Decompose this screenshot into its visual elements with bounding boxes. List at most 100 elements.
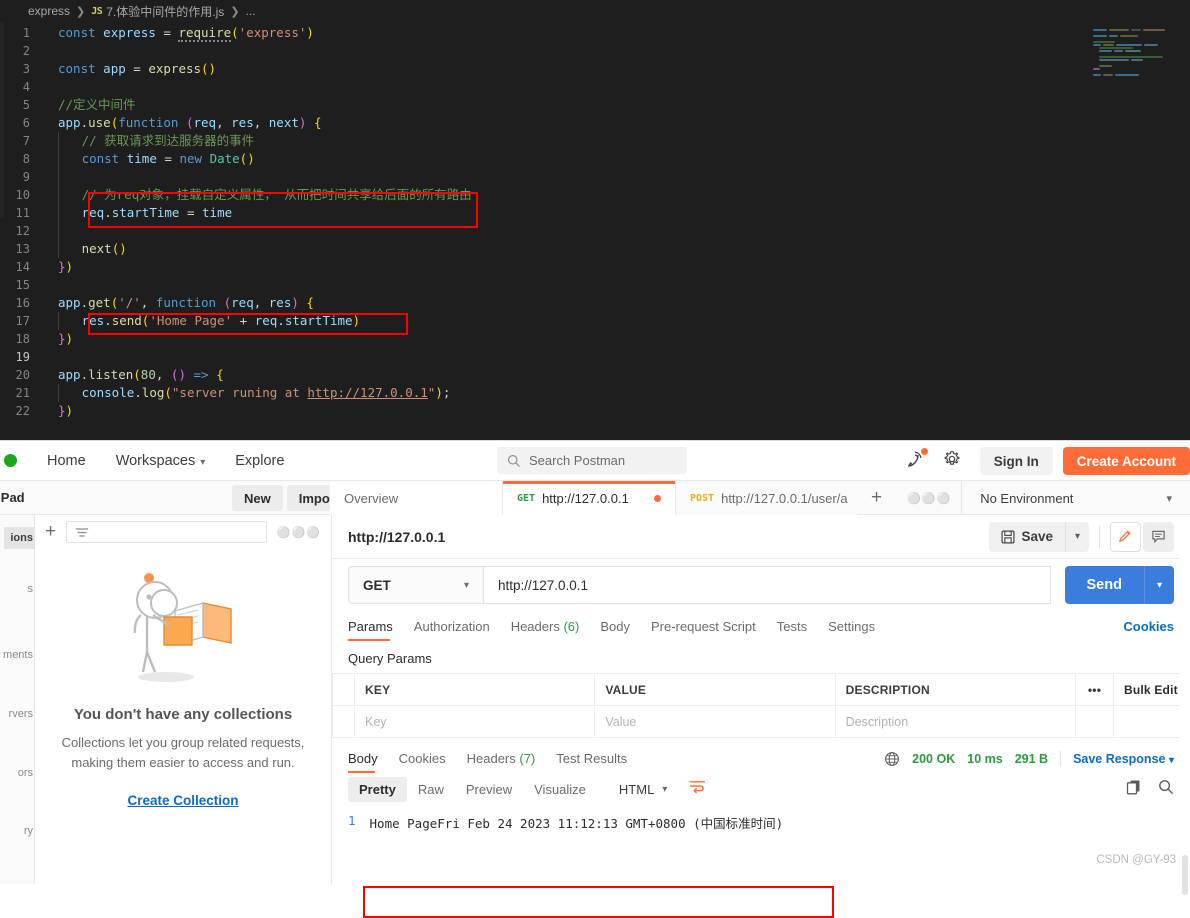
chevron-right-icon-2: ❯ (230, 5, 240, 18)
row-options[interactable] (1075, 705, 1114, 738)
invite-icon[interactable] (904, 448, 928, 473)
response-tab-test-results[interactable]: Test Results (556, 751, 636, 773)
response-tab-cookies[interactable]: Cookies (399, 751, 455, 773)
edit-pencil-button[interactable] (1110, 521, 1141, 552)
code-area[interactable]: 1 const express = require('express') 2 3 c… (0, 24, 1190, 420)
sidebar-item-apis[interactable]: s (28, 583, 34, 595)
nav-explore[interactable]: Explore (235, 453, 284, 469)
request-tab-params[interactable]: Params (348, 619, 402, 641)
response-body[interactable]: 1 Home PageFri Feb 24 2023 11:12:13 GMT+… (348, 813, 1174, 832)
chevron-down-icon: ▾ (1168, 755, 1174, 766)
response-tab-headers[interactable]: Headers (7) (467, 751, 545, 773)
bulk-edit-button[interactable]: Bulk Edit (1113, 673, 1190, 706)
sign-in-button[interactable]: Sign In (979, 447, 1053, 475)
tab-get-request[interactable]: GET http://127.0.0.1 (503, 481, 676, 515)
collections-filter-input[interactable] (66, 521, 267, 543)
row-checkbox-cell[interactable] (332, 705, 355, 738)
search-body-button[interactable] (1158, 779, 1174, 800)
save-response-button[interactable]: Save Response ▾ (1073, 752, 1174, 766)
content-type-selector[interactable]: HTML ▾ (611, 778, 675, 801)
value-input[interactable]: Value (594, 705, 836, 738)
send-dropdown-button[interactable]: ▾ (1143, 566, 1174, 604)
line-text: //定义中间件 (58, 97, 136, 112)
unsaved-dot (654, 494, 661, 502)
sidebar-item-history[interactable]: ry (24, 825, 33, 837)
collections-more-button[interactable]: ⚪⚪⚪ (277, 526, 321, 539)
add-collection-button[interactable]: + (45, 521, 56, 543)
line-number: 15 (15, 278, 30, 292)
breadcrumb-root[interactable]: express (28, 4, 70, 18)
nav-home[interactable]: Home (47, 453, 86, 469)
sidebar-rail: ions s ments rvers ors ry (0, 515, 35, 884)
save-dropdown-button[interactable]: ▾ (1064, 521, 1089, 552)
search-input[interactable]: Search Postman (497, 447, 687, 474)
environment-selector[interactable]: No Environment ▾ (962, 481, 1190, 515)
code-line: 3 const app = express() (0, 60, 1190, 78)
line-text (46, 222, 1190, 240)
breadcrumb[interactable]: express ❯ JS 7.体验中间件的作用.js ❯ ... (0, 0, 1190, 22)
editor-minimap[interactable] (1090, 28, 1186, 76)
format-raw[interactable]: Raw (407, 777, 455, 802)
tab-options-button[interactable]: ⚪⚪⚪ (897, 481, 963, 515)
request-tab-settings[interactable]: Settings (828, 619, 884, 641)
save-label: Save (1021, 529, 1053, 544)
format-visualize[interactable]: Visualize (523, 777, 597, 802)
line-number: 22 (15, 404, 30, 418)
code-line: 6 app.use(function (req, res, next) { (0, 114, 1190, 132)
line-number: 9 (22, 170, 30, 184)
request-tab-authorization[interactable]: Authorization (414, 619, 499, 641)
method-selector[interactable]: GET ▾ (348, 566, 483, 604)
content-type-label: HTML (618, 781, 655, 797)
key-input[interactable]: Key (353, 705, 596, 738)
word-wrap-icon (690, 781, 706, 794)
select-all-checkbox-cell[interactable] (332, 673, 355, 706)
copy-button[interactable] (1126, 779, 1142, 800)
response-tab-body[interactable]: Body (348, 751, 387, 773)
sidebar-item-mock-servers[interactable]: rvers (9, 708, 33, 720)
column-key: KEY (353, 673, 596, 706)
cookies-link[interactable]: Cookies (1123, 619, 1174, 641)
save-button[interactable]: Save (989, 522, 1065, 552)
table-header-row: KEY VALUE DESCRIPTION ••• Bulk Edit (332, 673, 1190, 706)
comment-button[interactable] (1143, 521, 1174, 552)
request-tab-body[interactable]: Body (600, 619, 639, 641)
create-account-button[interactable]: Create Account (1062, 447, 1190, 475)
request-tab-tests[interactable]: Tests (777, 619, 816, 641)
tab-post-request[interactable]: POST http://127.0.0.1/user/a (676, 481, 857, 515)
line-text: const time = new Date() (46, 150, 1190, 168)
new-button[interactable]: New (232, 485, 283, 511)
gear-icon (944, 450, 960, 465)
sidebar-item-monitors[interactable]: ors (18, 767, 33, 779)
wrap-lines-button[interactable] (685, 775, 710, 803)
create-collection-link[interactable]: Create Collection (127, 793, 238, 808)
tab-overview[interactable]: Overview (330, 481, 503, 515)
sidebar-item-environments[interactable]: ments (3, 649, 33, 661)
nav-workspaces[interactable]: Workspaces ▾ (116, 453, 206, 469)
response-time: 10 ms (967, 752, 1003, 766)
environment-label: No Environment (980, 490, 1074, 506)
new-tab-button[interactable]: + (857, 481, 897, 515)
scratch-pad-label[interactable]: ch Pad (0, 481, 25, 514)
line-text: const app = express() (58, 61, 217, 76)
chevron-down-icon: ▾ (662, 783, 668, 795)
request-tab-prerequest-script[interactable]: Pre-request Script (651, 619, 765, 641)
breadcrumb-file[interactable]: 7.体验中间件的作用.js (106, 3, 224, 20)
code-line: 22}) (0, 402, 1190, 420)
send-button[interactable]: Send (1064, 566, 1144, 604)
response-scrollbar[interactable] (1180, 515, 1190, 895)
line-number: 21 (15, 386, 30, 400)
empty-collections-illustration (133, 573, 232, 682)
description-input[interactable]: Description (834, 705, 1077, 738)
table-options-button[interactable]: ••• (1075, 673, 1114, 706)
sidebar-item-collections[interactable]: ions (4, 527, 35, 549)
empty-title: You don't have any collections (73, 706, 293, 723)
workbench-bar: ch Pad New Import Overview GET http://12… (0, 481, 1190, 515)
collections-panel: + ⚪⚪⚪ You don't have any collections Col… (35, 515, 332, 884)
request-tab-headers[interactable]: Headers (6) (511, 619, 589, 641)
format-pretty[interactable]: Pretty (348, 776, 407, 802)
settings-gear-button[interactable] (942, 449, 962, 474)
format-preview[interactable]: Preview (455, 777, 523, 802)
breadcrumb-more[interactable]: ... (246, 4, 256, 18)
line-number: 16 (15, 296, 30, 310)
url-input[interactable]: http://127.0.0.1 (483, 566, 1051, 604)
